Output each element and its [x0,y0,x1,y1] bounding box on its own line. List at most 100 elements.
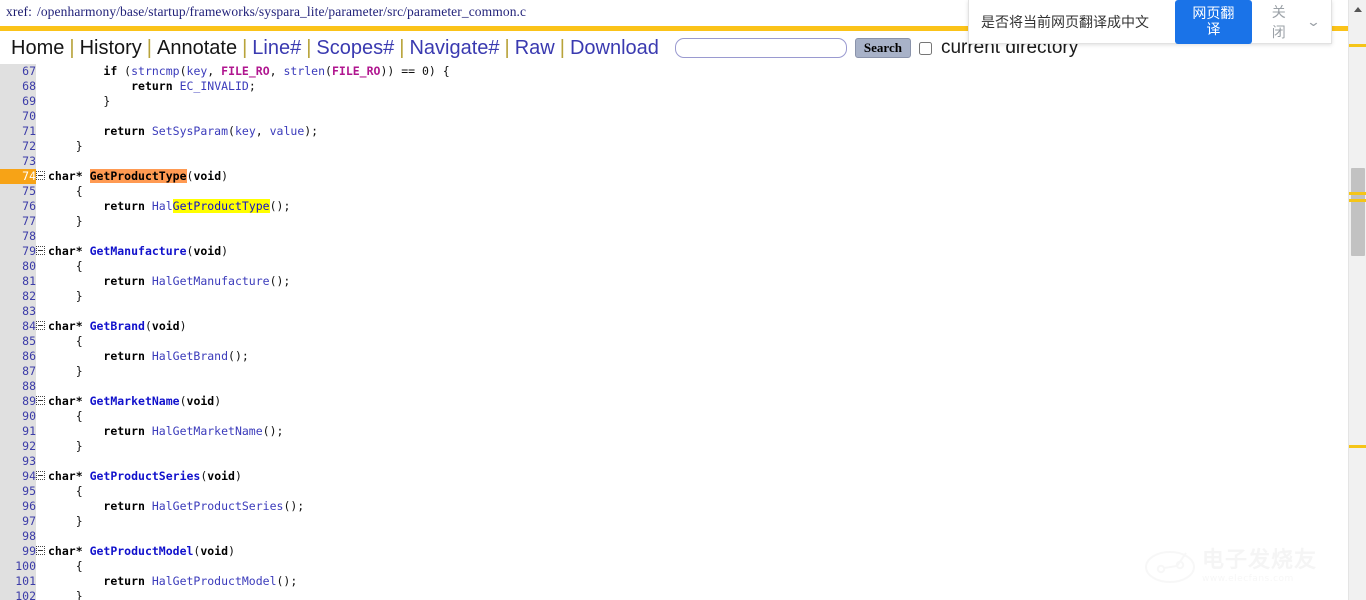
line-number[interactable]: 83 [0,304,36,319]
nav-link-line[interactable]: Line# [248,37,305,59]
code-line: 86 return HalGetBrand(); [0,349,1348,364]
code-line-content: char* GetProductType(void) [36,169,1348,184]
line-number[interactable]: 93 [0,454,36,469]
line-number[interactable]: 73 [0,154,36,169]
code-line-content: { [48,184,83,198]
fold-toggle-icon[interactable] [36,246,45,255]
nav-separator: | [504,36,510,59]
scrollbar-thumb[interactable] [1351,168,1365,256]
nav-link-download[interactable]: Download [566,37,663,59]
xref-label: xref: [6,4,32,19]
code-line-content: { [48,409,83,423]
line-number[interactable]: 89 [0,394,36,409]
line-number[interactable]: 68 [0,79,36,94]
nav-separator: | [69,36,75,59]
fold-toggle-icon[interactable] [36,471,45,480]
line-number[interactable]: 92 [0,439,36,454]
line-number[interactable]: 85 [0,334,36,349]
line-number[interactable]: 75 [0,184,36,199]
code-line: 82 } [0,289,1348,304]
line-number[interactable]: 87 [0,364,36,379]
line-number[interactable]: 84 [0,319,36,334]
line-number[interactable]: 76 [0,199,36,214]
line-number[interactable]: 90 [0,409,36,424]
current-directory-checkbox[interactable] [918,41,932,55]
code-line: 70 [0,109,1348,124]
code-line: 87 } [0,364,1348,379]
code-line-content: return HalGetProductSeries(); [103,499,305,513]
code-line-content [36,454,1348,469]
search-button[interactable]: Search [854,38,911,58]
nav-link-annotate[interactable]: Annotate [153,37,241,59]
code-line: 94 char* GetProductSeries(void) [0,469,1348,484]
code-line-content [36,154,1348,169]
code-line: 78 [0,229,1348,244]
line-number[interactable]: 96 [0,499,36,514]
line-number[interactable]: 72 [0,139,36,154]
line-number[interactable]: 77 [0,214,36,229]
nav-separator: | [242,36,248,59]
nav-link-raw[interactable]: Raw [511,37,559,59]
line-number[interactable]: 98 [0,529,36,544]
line-number[interactable]: 102 [0,589,36,600]
translate-close-button[interactable]: 关闭 [1272,2,1296,42]
scrollbar-marker [1349,44,1366,47]
code-line: 72 } [0,139,1348,154]
code-line: 83 [0,304,1348,319]
line-number[interactable]: 69 [0,94,36,109]
line-number[interactable]: 82 [0,289,36,304]
code-line-content: { [48,334,83,348]
code-line: 88 [0,379,1348,394]
opengrok-page: xref: /openharmony/base/startup/framewor… [0,0,1366,600]
fold-toggle-icon[interactable] [36,396,45,405]
code-line: 73 [0,154,1348,169]
nav-link-history[interactable]: History [76,37,146,59]
scroll-up-arrow-icon[interactable] [1349,0,1366,18]
nav-link-home[interactable]: Home [7,37,68,59]
chevron-down-icon[interactable]: ⌄ [1306,14,1321,30]
line-number[interactable]: 88 [0,379,36,394]
code-line: 74 char* GetProductType(void) [0,169,1348,184]
code-line: 90 { [0,409,1348,424]
search-input[interactable] [674,38,847,58]
nav-separator: | [559,36,565,59]
line-number[interactable]: 74 [0,169,36,184]
scrollbar-marker [1349,445,1366,448]
line-number[interactable]: 78 [0,229,36,244]
code-line: 100 { [0,559,1348,574]
line-number[interactable]: 81 [0,274,36,289]
nav-link-scopes[interactable]: Scopes# [312,37,398,59]
line-number[interactable]: 100 [0,559,36,574]
line-number[interactable]: 101 [0,574,36,589]
line-number[interactable]: 95 [0,484,36,499]
code-line: 79 char* GetManufacture(void) [0,244,1348,259]
line-number[interactable]: 94 [0,469,36,484]
page-scrollbar[interactable] [1348,0,1366,600]
translate-page-button[interactable]: 网页翻译 [1175,0,1252,44]
line-number[interactable]: 67 [0,64,36,79]
code-line-content: } [48,589,83,600]
code-line: 77 } [0,214,1348,229]
line-number[interactable]: 91 [0,424,36,439]
code-line-content: char* GetProductSeries(void) [36,469,1348,484]
xref-file-path: /openharmony/base/startup/frameworks/sys… [36,4,527,19]
code-line-content: return HalGetProductType(); [103,199,291,213]
code-line-content: return EC_INVALID; [131,79,256,93]
code-line-content [36,304,1348,319]
line-number[interactable]: 99 [0,544,36,559]
fold-toggle-icon[interactable] [36,321,45,330]
line-number[interactable]: 79 [0,244,36,259]
fold-toggle-icon[interactable] [36,171,45,180]
code-line: 69 } [0,94,1348,109]
fold-toggle-icon[interactable] [36,546,45,555]
code-line: 93 [0,454,1348,469]
line-number[interactable]: 97 [0,514,36,529]
code-line: 101 return HalGetProductModel(); [0,574,1348,589]
line-number[interactable]: 80 [0,259,36,274]
line-number[interactable]: 71 [0,124,36,139]
code-line-content: char* GetManufacture(void) [36,244,1348,259]
line-number[interactable]: 70 [0,109,36,124]
line-number[interactable]: 86 [0,349,36,364]
code-line: 76 return HalGetProductType(); [0,199,1348,214]
nav-link-navigate[interactable]: Navigate# [405,37,503,59]
